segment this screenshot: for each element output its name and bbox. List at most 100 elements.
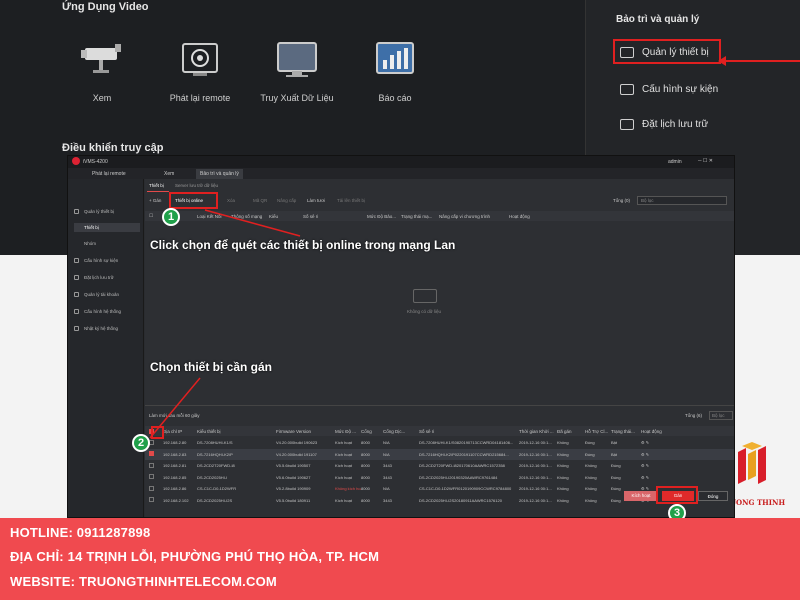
empty-text: Không có dữ liệu	[407, 309, 442, 314]
select-all-checkbox[interactable]: ☐	[149, 213, 153, 219]
table-row[interactable]: 192.168.2.81 DS-2CD2T20FWD-I8 V5.5.6build …	[145, 460, 734, 471]
sidebar-item-devices[interactable]: Thiết bị	[74, 223, 140, 232]
filter-input[interactable]: Bộ lọc	[637, 196, 727, 205]
sidebar-item-storage-schedule[interactable]: Đặt lịch lưu trữ	[74, 273, 140, 282]
maintenance-title: Bảo trì và quản lý	[616, 14, 700, 25]
table-cell: 2019-12-16 00:1...	[519, 486, 552, 491]
tab-view[interactable]: Xem	[160, 169, 178, 179]
row-checkbox[interactable]	[149, 462, 154, 468]
highlight-box-device-management	[613, 39, 721, 64]
table-cell: Kích hoạt	[335, 497, 352, 503]
caption-scan-online: Click chọn để quét các thiết bị online t…	[150, 238, 456, 252]
table-cell: Không	[585, 497, 597, 503]
app-label: Báo cáo	[378, 93, 412, 103]
table-row[interactable]: 192.168.2.83 DS-7216HQHI-K2/P V4.20.000bui…	[145, 448, 734, 460]
row-action-icon[interactable]: ⚙ ✎	[641, 452, 649, 457]
access-control-section-title: Điều khiển truy cập	[62, 142, 164, 154]
table-cell: DS-2CD2025HI-I2S20180911AAWRC1576120	[419, 497, 502, 503]
table-cell: V5.6.0build 190627	[276, 474, 311, 480]
event-config-icon	[620, 83, 634, 95]
row-checkbox[interactable]	[149, 485, 154, 491]
table-cell: V4.20.000build 190623	[276, 440, 318, 445]
app-tile-playback[interactable]: Phát lại remote	[160, 40, 240, 103]
app-label: Truy Xuất Dữ Liệu	[260, 93, 334, 103]
table-cell: 3443	[383, 474, 392, 480]
auto-refresh-label[interactable]: Làm mới sau mỗi 60 giây	[149, 413, 199, 418]
table-cell: Kích hoạt	[335, 474, 352, 480]
table-cell: Không	[557, 451, 569, 457]
table-cell: 2019-12-16 00:1...	[519, 497, 552, 503]
app-tile-data-retrieval[interactable]: Truy Xuất Dữ Liệu	[257, 40, 337, 103]
table-cell: 8000	[361, 474, 370, 480]
table-cell: V5.5.0build 180911	[276, 497, 311, 503]
qr-code-button[interactable]: Mã QR	[253, 198, 267, 203]
table-cell: CS-C1C-D0-1D2WFR0120190909CCWRC9784800	[419, 486, 512, 491]
table-cell: 8000	[361, 497, 370, 503]
row-action-icon[interactable]: ⚙ ✎	[641, 475, 649, 480]
upgrade-button[interactable]: Nâng cấp	[277, 198, 296, 203]
table-cell: N/A	[383, 440, 390, 445]
row-checkbox[interactable]	[149, 474, 154, 479]
menu-item-event-config[interactable]: Cấu hình sự kiện	[620, 78, 718, 100]
table-cell: 3443	[383, 497, 392, 503]
table-cell: DS-7216HQHI-K2/P0220191107CCWRD215684...	[419, 451, 509, 457]
sidebar-item-system-config[interactable]: Cấu hình hệ thống	[74, 307, 140, 316]
footer-website: WEBSITE: TRUONGTHINHTELECOM.COM	[10, 574, 277, 589]
sidebar-item-system-log[interactable]: Nhật ký hệ thống	[74, 324, 140, 333]
table-cell: Kích hoạt	[335, 440, 352, 445]
playback-icon	[182, 43, 218, 76]
camera-icon	[81, 44, 121, 73]
menu-item-label: Đặt lịch lưu trữ	[642, 118, 709, 130]
sidebar-item-account[interactable]: Quản lý tài khoản	[74, 290, 140, 299]
table-cell: V4.20.000build 191107	[276, 451, 317, 457]
table-cell: 192.168.2.83	[163, 451, 187, 457]
refresh-button[interactable]: Làm tươi	[307, 198, 325, 203]
table-cell: 2019-12-16 00:1...	[519, 463, 552, 468]
table-cell: DS-7216HQHI-K2/P	[197, 451, 233, 457]
device-table-header: ☐ Tên Loại Kết Nối Thông số mạng Kiểu Số…	[145, 211, 734, 221]
close-button[interactable]: Đóng	[698, 491, 728, 501]
delete-button[interactable]: Xóa	[227, 198, 235, 203]
table-cell: Bật	[611, 440, 618, 445]
table-cell: Không	[557, 486, 569, 491]
table-cell: 192.168.2.86	[163, 486, 187, 491]
row-checkbox[interactable]	[149, 497, 154, 502]
empty-box-icon	[413, 289, 437, 303]
row-checkbox[interactable]	[149, 451, 154, 456]
activate-button[interactable]: Kích hoạt	[624, 491, 658, 501]
table-cell: V5.5.6build 190507	[276, 463, 311, 468]
table-row[interactable]: 192.168.2.85 DS-2CD2025HI-I V5.6.0build 19…	[145, 472, 734, 483]
add-button[interactable]: + Gán	[149, 198, 161, 203]
sidebar-item-group[interactable]: Nhóm	[74, 239, 140, 248]
row-action-icon[interactable]: ⚙ ✎	[641, 463, 649, 468]
online-filter-input[interactable]: Bộ lọc	[709, 411, 733, 420]
table-cell: Đúng	[585, 451, 595, 457]
app-tile-report[interactable]: Báo cáo	[355, 40, 435, 103]
menu-item-storage-schedule[interactable]: Đặt lịch lưu trữ	[620, 113, 708, 135]
app-tile-view[interactable]: Xem	[62, 40, 142, 103]
row-action-icon[interactable]: ⚙ ✎	[641, 440, 649, 445]
user-icon	[74, 292, 79, 297]
annotation-arrow-head	[718, 56, 726, 66]
sidebar-item-event-config[interactable]: Cấu hình sự kiện	[74, 256, 140, 265]
table-cell: 8000	[361, 451, 370, 457]
report-chart-icon	[376, 42, 414, 74]
window-controls-icon[interactable]: ─ ☐ ✕	[698, 158, 713, 164]
table-cell: Không	[557, 497, 569, 503]
highlight-box-online-device	[169, 192, 218, 209]
total-count: Tổng (0)	[613, 198, 631, 203]
table-cell: Không	[557, 474, 569, 480]
table-cell: V5.2.8build 190909	[276, 486, 311, 491]
storage-icon	[74, 275, 79, 280]
table-row[interactable]: 192.168.2.80 DS-7208HUHI-K1/S V4.20.000bui…	[145, 437, 734, 448]
app-label: Phát lại remote	[169, 93, 231, 103]
subtab-storage-server[interactable]: Server lưu trữ dữ liệu	[175, 183, 218, 188]
subtab-devices[interactable]: Thiết bị	[149, 183, 164, 188]
tab-remote-playback[interactable]: Phát lại remote	[88, 169, 130, 179]
table-cell: 192.168.2.102	[163, 497, 189, 503]
upload-button[interactable]: Tải lên thiết bị	[337, 198, 365, 203]
footer-address: ĐỊA CHỈ: 14 TRỊNH LỖI, PHƯỜNG PHÚ THỌ HÒ…	[10, 549, 380, 564]
sidebar-item-device-management[interactable]: Quản lý thiết bị	[74, 207, 140, 216]
tab-maintenance[interactable]: Bảo trì và quản lý	[196, 169, 243, 179]
user-name: admin	[668, 159, 682, 165]
